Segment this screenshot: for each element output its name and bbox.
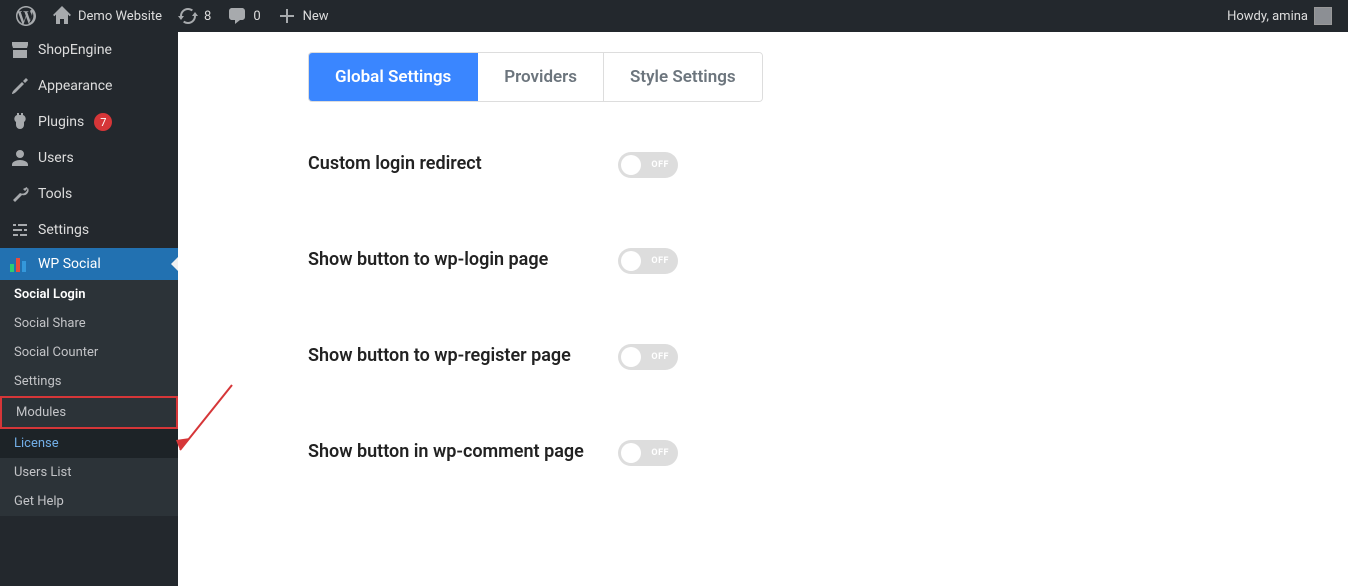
toggle-state: OFF (651, 448, 669, 458)
sidebar-item-appearance[interactable]: Appearance (0, 68, 178, 104)
toggle-state: OFF (651, 256, 669, 266)
submenu-item-settings[interactable]: Settings (0, 367, 178, 396)
setting-row: Custom login redirect OFF (308, 152, 1308, 178)
update-icon (178, 6, 198, 26)
comment-icon (227, 6, 247, 26)
toggle-state: OFF (651, 352, 669, 362)
toggle-state: OFF (651, 160, 669, 170)
site-name[interactable]: Demo Website (44, 0, 170, 32)
toggle-knob (621, 443, 641, 463)
sidebar-item-users[interactable]: Users (0, 140, 178, 176)
sidebar-item-label: Users (38, 150, 74, 166)
toggle-switch[interactable]: OFF (618, 344, 678, 370)
new-content[interactable]: New (269, 0, 337, 32)
submenu-item-social-share[interactable]: Social Share (0, 309, 178, 338)
submenu-item-get-help[interactable]: Get Help (0, 487, 178, 516)
toggle-switch[interactable]: OFF (618, 440, 678, 466)
submenu-item-users-list[interactable]: Users List (0, 458, 178, 487)
sidebar-item-wp-social[interactable]: WP Social (0, 248, 178, 280)
sidebar-item-label: WP Social (38, 256, 101, 272)
home-icon (52, 6, 72, 26)
submenu-item-modules[interactable]: Modules (0, 396, 178, 429)
bars-icon (10, 256, 30, 272)
setting-label: Show button to wp-login page (308, 248, 618, 272)
toggle-knob (621, 251, 641, 271)
sliders-icon (10, 220, 30, 240)
setting-label: Show button to wp-register page (308, 344, 618, 368)
store-icon (10, 40, 30, 60)
comments[interactable]: 0 (219, 0, 268, 32)
submenu-item-license[interactable]: License (0, 429, 178, 458)
sidebar-item-label: Settings (38, 222, 89, 238)
submenu-item-social-counter[interactable]: Social Counter (0, 338, 178, 367)
user-icon (10, 148, 30, 168)
wordpress-icon (16, 6, 36, 26)
sidebar-item-plugins[interactable]: Plugins 7 (0, 104, 178, 140)
toggle-knob (621, 155, 641, 175)
tab-providers[interactable]: Providers (478, 53, 604, 101)
sidebar-item-label: Tools (38, 186, 72, 202)
site-name-text: Demo Website (78, 9, 162, 24)
setting-label: Show button in wp-comment page (308, 440, 618, 464)
my-account[interactable]: Howdy, amina (1219, 0, 1340, 32)
comments-count: 0 (253, 9, 260, 24)
tab-style-settings[interactable]: Style Settings (604, 53, 762, 101)
howdy-text: Howdy, amina (1227, 9, 1308, 24)
update-badge: 7 (94, 113, 112, 131)
sidebar-item-label: Appearance (38, 78, 112, 94)
sidebar-item-settings[interactable]: Settings (0, 212, 178, 248)
updates-count: 8 (204, 9, 211, 24)
wp-social-submenu: Social LoginSocial ShareSocial CounterSe… (0, 280, 178, 516)
plug-icon (10, 112, 30, 132)
setting-row: Show button to wp-register page OFF (308, 344, 1308, 370)
updates[interactable]: 8 (170, 0, 219, 32)
toggle-switch[interactable]: OFF (618, 152, 678, 178)
wp-logo[interactable] (8, 0, 44, 32)
setting-label: Custom login redirect (308, 152, 618, 176)
toggle-switch[interactable]: OFF (618, 248, 678, 274)
wrench-icon (10, 184, 30, 204)
setting-row: Show button to wp-login page OFF (308, 248, 1308, 274)
settings-tabs: Global SettingsProvidersStyle Settings (308, 52, 763, 102)
brush-icon (10, 76, 30, 96)
setting-row: Show button in wp-comment page OFF (308, 440, 1308, 466)
sidebar-item-label: Plugins (38, 114, 84, 130)
tab-global-settings[interactable]: Global Settings (309, 53, 478, 101)
toggle-knob (621, 347, 641, 367)
admin-bar-right: Howdy, amina (1219, 0, 1340, 32)
new-label: New (303, 9, 329, 24)
admin-sidebar: ShopEngine Appearance Plugins 7 Users Tools Se… (0, 32, 178, 586)
submenu-item-social-login[interactable]: Social Login (0, 280, 178, 309)
admin-bar-left: Demo Website 8 0 New (8, 0, 337, 32)
sidebar-item-label: ShopEngine (38, 42, 112, 58)
sidebar-item-shopengine[interactable]: ShopEngine (0, 32, 178, 68)
sidebar-item-tools[interactable]: Tools (0, 176, 178, 212)
admin-bar: Demo Website 8 0 New Howdy, amina (0, 0, 1348, 32)
plus-icon (277, 6, 297, 26)
main-content: Global SettingsProvidersStyle Settings C… (178, 32, 1348, 586)
avatar (1314, 7, 1332, 25)
